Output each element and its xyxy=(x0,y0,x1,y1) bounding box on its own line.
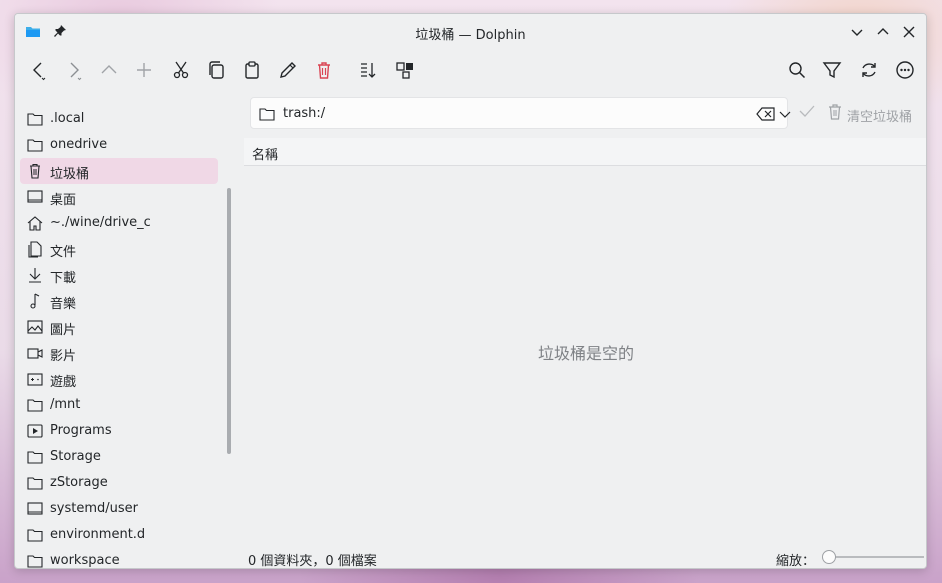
sidebar-item-label: 垃圾桶 xyxy=(50,167,90,182)
programs-icon xyxy=(26,422,44,440)
sidebar-item-games[interactable]: 遊戲 xyxy=(20,366,218,392)
zoom-label: 縮放： xyxy=(776,554,816,569)
sidebar-item-label: workspace xyxy=(50,553,120,568)
sidebar-item-storage[interactable]: Storage xyxy=(20,444,218,470)
sidebar-item-trash[interactable]: 垃圾桶 xyxy=(20,158,218,184)
sidebar-item-label: systemd/user xyxy=(50,501,138,516)
filter-icon[interactable] xyxy=(821,59,843,81)
search-icon[interactable] xyxy=(786,59,808,81)
sidebar-item-label: Programs xyxy=(50,423,112,438)
sidebar-item-videos[interactable]: 影片 xyxy=(20,340,218,366)
folder-icon xyxy=(26,552,44,568)
refresh-icon[interactable] xyxy=(858,59,880,81)
sidebar-scrollbar[interactable] xyxy=(227,188,231,454)
clear-text-icon[interactable] xyxy=(756,105,776,123)
status-bar: 0 個資料夾，0 個檔案 縮放： xyxy=(244,544,926,569)
close-icon[interactable] xyxy=(900,23,918,41)
desktop-icon xyxy=(26,188,44,206)
desktop-icon xyxy=(26,500,44,518)
folder-icon xyxy=(26,136,44,154)
sidebar-item-systemd-user[interactable]: systemd/user xyxy=(20,496,218,522)
sidebar-item-pictures[interactable]: 圖片 xyxy=(20,314,218,340)
sidebar-item-downloads[interactable]: 下載 xyxy=(20,262,218,288)
sidebar-item-documents[interactable]: 文件 xyxy=(20,236,218,262)
empty-placeholder-message: 垃圾桶是空的 xyxy=(537,344,634,363)
sidebar-item-label: 影片 xyxy=(50,349,77,364)
music-icon xyxy=(26,292,44,310)
sidebar-item-label: 音樂 xyxy=(50,297,77,312)
sidebar-item-environment-d[interactable]: environment.d xyxy=(20,522,218,548)
window-title: 垃圾桶 — Dolphin xyxy=(415,28,526,43)
rename-pencil-icon[interactable] xyxy=(277,59,299,81)
location-bar[interactable]: trash:/ xyxy=(250,97,791,129)
sidebar-item-label: 下載 xyxy=(50,271,77,286)
back-icon[interactable] xyxy=(27,59,49,81)
sidebar-item-zstorage[interactable]: zStorage xyxy=(20,470,218,496)
trash-icon xyxy=(827,103,843,125)
new-tab-plus-icon[interactable] xyxy=(133,59,155,81)
copy-icon[interactable] xyxy=(205,59,227,81)
sidebar-item-programs[interactable]: Programs xyxy=(20,418,218,444)
sidebar-item-label: 圖片 xyxy=(50,323,77,338)
empty-trash-label: 清空垃圾桶 xyxy=(847,110,913,125)
sort-icon[interactable] xyxy=(357,59,379,81)
cut-icon[interactable] xyxy=(170,59,192,81)
sidebar-item-label: 遊戲 xyxy=(50,375,77,390)
sidebar-item-label: Storage xyxy=(50,449,101,464)
sidebar-item-local[interactable]: .local xyxy=(20,106,218,132)
folder-icon xyxy=(26,110,44,128)
sidebar-item-wine-drive[interactable]: ~./wine/drive_c xyxy=(20,210,218,236)
minimize-chevron-down-icon[interactable] xyxy=(848,23,866,41)
sidebar-item-desktop[interactable]: 桌面 xyxy=(20,184,218,210)
documents-icon xyxy=(26,240,44,258)
location-path[interactable]: trash:/ xyxy=(283,106,325,121)
zoom-slider-handle[interactable] xyxy=(822,550,836,564)
places-sidebar: .local onedrive 垃圾桶 桌面 ~./wine/drive_c 文… xyxy=(15,92,244,568)
title-bar[interactable]: 垃圾桶 — Dolphin xyxy=(15,14,926,50)
pictures-icon xyxy=(26,318,44,336)
videos-icon xyxy=(26,344,44,362)
sidebar-item-music[interactable]: 音樂 xyxy=(20,288,218,314)
dolphin-window: 垃圾桶 — Dolphin .local onedrive 垃圾桶 桌面 ~./… xyxy=(14,13,927,569)
home-icon xyxy=(26,214,44,232)
sidebar-item-workspace[interactable]: workspace xyxy=(20,548,218,568)
checkmark-icon[interactable] xyxy=(797,103,817,123)
folder-icon xyxy=(26,396,44,414)
sidebar-item-label: zStorage xyxy=(50,475,108,490)
paste-icon[interactable] xyxy=(241,59,263,81)
delete-trash-icon[interactable] xyxy=(313,59,335,81)
sidebar-item-label: onedrive xyxy=(50,137,108,152)
maximize-chevron-up-icon[interactable] xyxy=(874,23,892,41)
places-list: .local onedrive 垃圾桶 桌面 ~./wine/drive_c 文… xyxy=(20,106,218,568)
zoom-slider-track[interactable] xyxy=(828,556,924,558)
folder-icon xyxy=(258,105,276,127)
sidebar-item-label: environment.d xyxy=(50,527,146,542)
sidebar-item-label: 桌面 xyxy=(50,193,77,208)
column-name-header[interactable]: 名稱 xyxy=(252,144,278,163)
sidebar-item-label: /mnt xyxy=(50,397,81,412)
main-view: trash:/ 清空垃圾桶 名稱 垃圾桶是空的 0 個資料夾，0 個檔案 縮放： xyxy=(244,92,926,569)
folder-icon xyxy=(26,448,44,466)
main-toolbar xyxy=(15,50,926,92)
menu-more-icon[interactable] xyxy=(894,59,916,81)
forward-icon[interactable] xyxy=(63,59,85,81)
status-summary: 0 個資料夾，0 個檔案 xyxy=(248,554,377,569)
split-view-icon[interactable] xyxy=(394,59,416,81)
sidebar-item-onedrive[interactable]: onedrive xyxy=(20,132,218,158)
column-header: 名稱 xyxy=(244,138,926,166)
folder-icon xyxy=(26,526,44,544)
trash-icon xyxy=(26,162,44,180)
sidebar-item-label: .local xyxy=(50,111,85,126)
sidebar-item-label: ~./wine/drive_c xyxy=(50,215,151,230)
folder-icon xyxy=(26,474,44,492)
chevron-down-icon[interactable] xyxy=(779,107,791,121)
games-icon xyxy=(26,370,44,388)
sidebar-item-mnt[interactable]: /mnt xyxy=(20,392,218,418)
up-icon[interactable] xyxy=(98,59,120,81)
sidebar-item-label: 文件 xyxy=(50,245,77,260)
download-icon xyxy=(26,266,44,284)
